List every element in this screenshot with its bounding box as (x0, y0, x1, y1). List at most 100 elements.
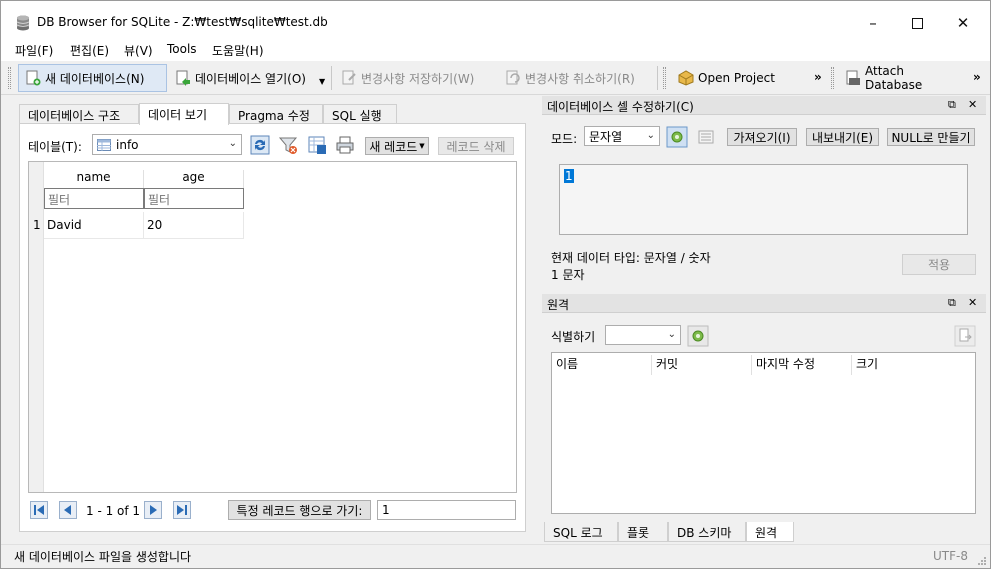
filter-input-name[interactable] (44, 188, 144, 209)
column-header-commit[interactable]: 커밋 (652, 355, 752, 375)
export-button[interactable]: 내보내기(E) (806, 128, 879, 146)
app-window: DB Browser for SQLite - Z:₩test₩sqlite₩t… (0, 0, 991, 569)
toolbar-separator (657, 66, 658, 90)
status-message: 새 데이터베이스 파일을 생성합니다 (14, 550, 192, 564)
new-record-button[interactable]: 새 레코드 ▼ (365, 137, 429, 155)
open-database-dropdown-icon[interactable]: ▼ (319, 77, 325, 86)
tab-sql-log[interactable]: SQL 로그 (544, 522, 618, 542)
tab-remote[interactable]: 원격 (746, 522, 794, 542)
print-icon[interactable] (334, 134, 356, 156)
set-null-button[interactable]: NULL로 만들기 (887, 128, 975, 146)
apply-button[interactable]: 적용 (902, 254, 976, 275)
remote-dock-header: 원격 ⧉ ✕ (542, 294, 986, 313)
toolbar-grip[interactable] (831, 67, 834, 89)
column-header-name[interactable]: 이름 (552, 355, 652, 375)
resize-grip-icon[interactable] (977, 556, 987, 566)
last-record-icon[interactable] (173, 501, 191, 519)
float-dock-icon[interactable]: ⧉ (948, 98, 956, 112)
goto-record-button[interactable]: 특정 레코드 행으로 가기: (228, 500, 371, 520)
close-dock-icon[interactable]: ✕ (968, 296, 977, 309)
column-header-last-modified[interactable]: 마지막 수정 (752, 355, 852, 375)
float-dock-icon[interactable]: ⧉ (948, 296, 956, 310)
open-database-icon (175, 70, 191, 86)
column-header-age[interactable]: age (144, 170, 244, 188)
menu-help[interactable]: 도움말(H) (212, 42, 264, 59)
new-database-icon (25, 70, 41, 86)
filter-input-age[interactable] (144, 188, 244, 209)
remote-file-table[interactable]: 이름 커밋 마지막 수정 크기 (551, 352, 976, 514)
open-database-button[interactable]: 데이터베이스 열기(O) ▼ (169, 64, 325, 92)
cell-age[interactable]: 20 (144, 212, 244, 239)
write-changes-button[interactable]: 변경사항 저장하기(W) (335, 64, 487, 92)
identity-select[interactable]: ⌄ (605, 325, 681, 345)
database-icon (16, 15, 30, 31)
open-database-label: 데이터베이스 열기(O) (195, 71, 306, 86)
chevron-down-icon: ⌄ (228, 138, 237, 149)
tab-db-schema[interactable]: DB 스키마 (668, 522, 746, 542)
main-toolbar: 새 데이터베이스(N) 데이터베이스 열기(O) ▼ 변경사항 저장하기(W) … (1, 61, 990, 95)
status-bar: 새 데이터베이스 파일을 생성합니다 UTF-8 (1, 544, 990, 568)
table-select[interactable]: info ⌄ (92, 134, 242, 155)
open-project-button[interactable]: Open Project (672, 64, 782, 92)
column-header-name[interactable]: name (44, 170, 144, 188)
attach-database-button[interactable]: Attach Database (839, 64, 961, 92)
new-record-label: 새 레코드 (369, 139, 418, 154)
open-project-icon (678, 70, 694, 86)
column-header-size[interactable]: 크기 (852, 355, 975, 375)
cell-editor[interactable]: 1 (559, 164, 968, 235)
tab-browse-data[interactable]: 데이터 보기 (139, 103, 229, 125)
next-record-icon[interactable] (144, 501, 162, 519)
delete-record-button[interactable]: 레코드 삭제 (438, 137, 514, 155)
edit-cell-dock-header: 데이터베이스 셀 수정하기(C) ⧉ ✕ (542, 96, 986, 115)
attach-database-label: Attach Database (865, 64, 923, 92)
save-filter-icon[interactable] (306, 134, 328, 156)
data-grid[interactable]: name age 1 David 20 (28, 161, 517, 493)
cell-name[interactable]: David (44, 212, 144, 239)
auto-format-icon[interactable] (666, 126, 688, 148)
first-record-icon[interactable] (30, 501, 48, 519)
push-database-icon[interactable] (954, 325, 976, 347)
tab-edit-pragmas[interactable]: Pragma 수정 (229, 104, 323, 124)
previous-record-icon[interactable] (59, 501, 77, 519)
mode-select[interactable]: 문자열 ⌄ (584, 126, 660, 146)
word-wrap-icon[interactable] (695, 126, 717, 148)
toolbar-grip[interactable] (8, 67, 11, 89)
toolbar-grip[interactable] (663, 67, 666, 89)
close-dock-icon[interactable]: ✕ (968, 98, 977, 111)
cell-editor-text: 1 (564, 169, 574, 183)
menu-tools[interactable]: Tools (167, 42, 197, 56)
toolbar-overflow-button[interactable]: » (973, 70, 981, 84)
tab-execute-sql[interactable]: SQL 실행 (323, 104, 397, 124)
clear-filters-icon[interactable] (277, 134, 299, 156)
menu-edit[interactable]: 편집(E) (70, 42, 109, 59)
current-size-label: 1 문자 (551, 268, 585, 282)
refresh-icon[interactable] (249, 134, 271, 156)
new-database-button[interactable]: 새 데이터베이스(N) (18, 64, 167, 92)
remote-settings-icon[interactable] (687, 325, 709, 347)
new-record-dropdown-icon: ▼ (419, 142, 425, 150)
toolbar-overflow-button[interactable]: » (814, 70, 822, 84)
minimize-button[interactable]: – (853, 9, 893, 37)
edit-cell-dock-title: 데이터베이스 셀 수정하기(C) (547, 100, 694, 114)
open-project-label: Open Project (698, 71, 775, 85)
maximize-button[interactable] (897, 9, 937, 37)
menu-file[interactable]: 파일(F) (15, 42, 53, 59)
import-button[interactable]: 가져오기(I) (727, 128, 797, 146)
revert-changes-button[interactable]: 변경사항 취소하기(R) (499, 64, 651, 92)
menu-view[interactable]: 뷰(V) (124, 42, 153, 59)
write-changes-icon (341, 70, 357, 86)
close-button[interactable]: ✕ (943, 9, 983, 37)
goto-record-input[interactable]: 1 (377, 500, 516, 520)
row-number[interactable]: 1 (29, 212, 44, 239)
maximize-icon (911, 17, 923, 29)
table-label: 테이블(T): (28, 140, 82, 154)
record-count-label: 1 - 1 of 1 (86, 504, 141, 518)
mode-select-value: 문자열 (589, 129, 623, 144)
table-icon (97, 138, 111, 151)
revert-changes-label: 변경사항 취소하기(R) (525, 71, 635, 86)
tab-database-structure[interactable]: 데이터베이스 구조 (19, 104, 139, 124)
chevron-down-icon: ⌄ (667, 329, 676, 340)
tab-plot[interactable]: 플롯 (618, 522, 668, 542)
menu-bar: 파일(F) 편집(E) 뷰(V) Tools 도움말(H) (1, 39, 990, 61)
title-bar: DB Browser for SQLite - Z:₩test₩sqlite₩t… (1, 1, 990, 39)
